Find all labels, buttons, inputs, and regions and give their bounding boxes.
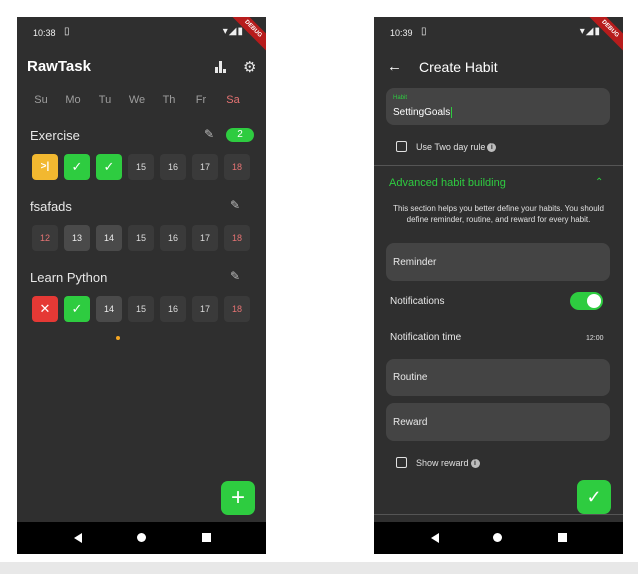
day-cell[interactable]: 15 <box>128 154 154 180</box>
show-reward-label: Show reward <box>416 458 469 468</box>
two-day-rule-checkbox[interactable] <box>396 141 407 152</box>
weekday-label: Fr <box>195 94 207 106</box>
day-cell[interactable]: 16 <box>160 154 186 180</box>
status-time: 10:39 <box>390 28 413 38</box>
weekday-label: Th <box>162 94 176 106</box>
day-cell[interactable]: 17 <box>192 225 218 251</box>
routine-label: Routine <box>393 372 428 383</box>
page-bottom-strip <box>0 562 638 574</box>
two-day-rule-label: Use Two day rule <box>416 142 486 152</box>
nav-home-icon[interactable] <box>493 533 502 542</box>
day-cell[interactable]: ✓ <box>64 296 90 322</box>
notification-time-value[interactable]: 12:00 <box>586 335 604 342</box>
day-cell[interactable]: >| <box>32 154 58 180</box>
app-title: RawTask <box>27 58 91 75</box>
divider <box>374 514 623 515</box>
day-cell[interactable]: 14 <box>96 225 122 251</box>
notification-time-label: Notification time <box>390 332 462 343</box>
status-bar: 10:38 ▯ ▾◢▮ <box>17 17 266 47</box>
day-cell[interactable]: 14 <box>96 296 122 322</box>
reward-input[interactable]: Reward <box>386 403 610 441</box>
nav-recents-icon[interactable] <box>558 533 567 542</box>
divider <box>374 165 623 166</box>
nav-recents-icon[interactable] <box>202 533 211 542</box>
day-cell[interactable]: 17 <box>192 296 218 322</box>
page-title: Create Habit <box>419 59 498 75</box>
day-cell[interactable]: 17 <box>192 154 218 180</box>
routine-input[interactable]: Routine <box>386 359 610 396</box>
habit-name-input[interactable]: Habit SettingGoals <box>386 88 610 125</box>
info-icon[interactable]: i <box>487 143 497 153</box>
day-cell[interactable]: 18 <box>224 154 250 180</box>
day-cell[interactable]: 12 <box>32 225 58 251</box>
network-battery-icon: ▾◢▮ <box>579 26 601 37</box>
show-reward-row: Show reward i <box>416 458 480 469</box>
edit-pencil-icon[interactable]: ✎ <box>204 127 214 141</box>
streak-badge: 2 <box>226 128 254 142</box>
weekday-label: Sa <box>226 94 240 106</box>
reminder-input[interactable]: Reminder <box>386 243 610 281</box>
habit-name[interactable]: fsafads <box>30 199 72 214</box>
add-habit-button[interactable]: + <box>221 481 255 515</box>
weekday-header: Su Mo Tu We Th Fr Sa <box>27 94 257 108</box>
habit-name[interactable]: Exercise <box>30 128 80 143</box>
weekday-label: Tu <box>98 94 112 106</box>
day-cell[interactable]: 15 <box>128 225 154 251</box>
day-cell[interactable]: 18 <box>224 225 250 251</box>
nav-back-icon[interactable] <box>74 533 82 543</box>
info-icon[interactable]: i <box>470 459 480 469</box>
nav-back-icon[interactable] <box>431 533 439 543</box>
habit-field-value: SettingGoals <box>393 107 453 119</box>
habit-list-screen: 10:38 ▯ ▾◢▮ DEBUG RawTask ⚙ Su Mo Tu We … <box>17 17 266 554</box>
notifications-toggle[interactable] <box>570 292 603 310</box>
day-cell[interactable]: ✓ <box>96 154 122 180</box>
sim-card-icon: ▯ <box>421 26 427 37</box>
notifications-label: Notifications <box>390 296 445 307</box>
advanced-section-title[interactable]: Advanced habit building <box>389 177 506 189</box>
toggle-knob <box>587 294 601 308</box>
nav-home-icon[interactable] <box>137 533 146 542</box>
day-cell[interactable]: 15 <box>128 296 154 322</box>
android-nav-bar <box>17 522 266 554</box>
habit-name[interactable]: Learn Python <box>30 270 107 285</box>
habit-field-label: Habit <box>393 95 408 101</box>
back-arrow-icon[interactable]: ← <box>387 58 402 75</box>
save-habit-button[interactable]: ✓ <box>577 480 611 514</box>
network-battery-icon: ▾◢▮ <box>222 26 244 37</box>
edit-pencil-icon[interactable]: ✎ <box>230 198 240 212</box>
create-habit-screen: 10:39 ▯ ▾◢▮ DEBUG ← Create Habit Habit S… <box>374 17 623 554</box>
android-nav-bar <box>374 522 623 554</box>
status-bar: 10:39 ▯ ▾◢▮ <box>374 17 623 47</box>
chevron-up-icon[interactable]: ⌃ <box>595 177 603 188</box>
edit-pencil-icon[interactable]: ✎ <box>230 269 240 283</box>
weekday-label: We <box>128 94 146 106</box>
day-cell[interactable]: ✕ <box>32 296 58 322</box>
weekday-label: Mo <box>65 94 81 106</box>
settings-gear-icon[interactable]: ⚙ <box>243 58 256 76</box>
advanced-section-description: This section helps you better define you… <box>393 204 604 224</box>
day-cell[interactable]: ✓ <box>64 154 90 180</box>
day-cell[interactable]: 16 <box>160 225 186 251</box>
day-cell[interactable]: 16 <box>160 296 186 322</box>
show-reward-checkbox[interactable] <box>396 457 407 468</box>
status-time: 10:38 <box>33 28 56 38</box>
reminder-label: Reminder <box>393 257 437 268</box>
sim-card-icon: ▯ <box>64 26 70 37</box>
weekday-label: Su <box>34 94 48 106</box>
today-indicator-dot <box>116 336 120 340</box>
day-cell[interactable]: 18 <box>224 296 250 322</box>
two-day-rule-row: Use Two day rule i <box>416 142 497 153</box>
day-cell[interactable]: 13 <box>64 225 90 251</box>
statistics-icon[interactable] <box>215 61 227 73</box>
reward-label: Reward <box>393 417 428 428</box>
